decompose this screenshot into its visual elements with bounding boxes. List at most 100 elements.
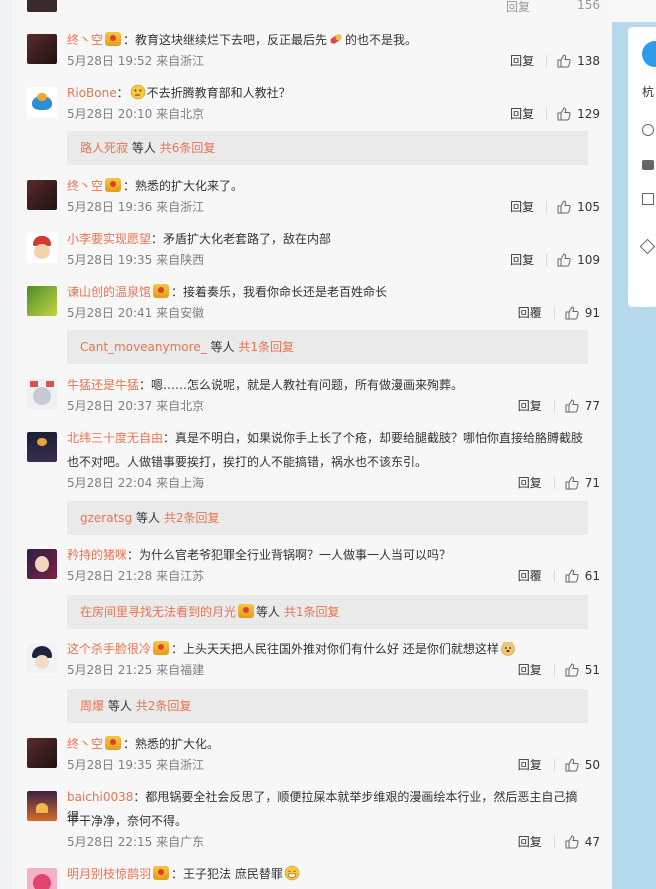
comment-actions: 回复 129 — [510, 105, 600, 122]
subreply-count-link[interactable]: 共2条回复 — [164, 511, 220, 525]
briefcase-icon — [642, 160, 654, 170]
thumbs-up-icon[interactable] — [565, 757, 579, 772]
avatar[interactable] — [27, 791, 57, 821]
avatar[interactable] — [27, 432, 57, 462]
avatar[interactable] — [27, 0, 57, 12]
vip-badge-icon — [153, 284, 170, 298]
reply-button[interactable]: 回覆 — [518, 567, 542, 584]
reply-button[interactable]: 回复 — [518, 833, 542, 850]
reply-button[interactable]: 回复 — [506, 0, 530, 15]
thumbs-up-icon[interactable] — [565, 475, 579, 490]
avatar[interactable] — [27, 868, 57, 889]
username-link[interactable]: 北纬三十度无自由 — [67, 431, 163, 445]
comment-meta: 5月28日 19:35 来自浙江 — [67, 758, 205, 772]
reply-button[interactable]: 回复 — [510, 52, 534, 69]
subreply-bar[interactable]: 在房间里寻找无法看到的月光 等人 共1条回复 — [67, 595, 588, 629]
subreply-count-link[interactable]: 共6条回复 — [160, 141, 216, 155]
thumbs-up-icon[interactable] — [565, 834, 579, 849]
comment-meta: 5月28日 22:04 来自上海 — [67, 476, 205, 490]
username-link[interactable]: 终丶空 — [67, 179, 103, 193]
avatar[interactable] — [27, 549, 57, 579]
comment-actions: 回覆 91 — [518, 304, 600, 321]
comment-actions: 回复 105 — [510, 198, 600, 215]
thumbs-up-icon[interactable] — [557, 199, 571, 214]
sidebar-label: 杭 — [642, 85, 655, 99]
like-count: 109 — [577, 252, 600, 267]
top-bar-edge — [612, 0, 656, 22]
like-count: 51 — [584, 662, 600, 677]
reply-button[interactable]: 回复 — [518, 661, 542, 678]
comment-panel: 回复 156 终丶空 ：教育这块继续烂下去吧，反正最后先 的也不是我。 5月28日 … — [12, 0, 612, 889]
reply-button[interactable]: 回复 — [518, 397, 542, 414]
subreply-count-link[interactable]: 共2条回复 — [136, 699, 192, 713]
reply-button[interactable]: 回复 — [518, 474, 542, 491]
comment-text: 终丶空 ：熟悉的扩大化来了。 — [67, 178, 244, 193]
reply-button[interactable]: 回复 — [510, 251, 534, 268]
like-count: 61 — [584, 568, 600, 583]
username-link[interactable]: 谏山创的温泉馆 — [67, 285, 151, 299]
clock-icon — [642, 124, 654, 136]
thumbs-up-icon[interactable] — [565, 305, 579, 320]
subreply-count-link[interactable]: 共1条回复 — [238, 340, 294, 354]
thumbs-up-icon[interactable] — [565, 568, 579, 583]
thumbs-up-icon[interactable] — [565, 398, 579, 413]
like-count: 50 — [584, 757, 600, 772]
grin-emoji-icon — [284, 865, 300, 881]
subreply-user-link[interactable]: 路人死寂 — [80, 141, 128, 155]
avatar[interactable] — [27, 286, 57, 316]
avatar[interactable] — [27, 34, 57, 64]
like-count: 129 — [577, 106, 600, 121]
avatar[interactable] — [27, 180, 57, 210]
vip-badge-icon — [105, 178, 122, 192]
subreply-bar[interactable]: 周爆 等人 共2条回复 — [67, 689, 588, 723]
subreply-user-link[interactable]: Cant_moveanymore_ — [80, 340, 207, 354]
sidebar-avatar-icon[interactable] — [642, 41, 656, 67]
comment-meta: 5月28日 22:15 来自广东 — [67, 835, 205, 849]
thumbs-up-icon[interactable] — [557, 53, 571, 68]
reply-button[interactable]: 回复 — [510, 198, 534, 215]
comment-actions: 回复 51 — [518, 661, 600, 678]
reply-button[interactable]: 回复 — [510, 105, 534, 122]
subreply-count-link[interactable]: 共1条回复 — [284, 605, 340, 619]
comment-actions: 回复 47 — [518, 833, 600, 850]
like-count: 71 — [584, 475, 600, 490]
comment-meta: 5月28日 21:25 来自福建 — [67, 663, 205, 677]
username-link[interactable]: 这个杀手脸很冷 — [67, 642, 151, 656]
like-count: 47 — [584, 834, 600, 849]
avatar[interactable] — [27, 643, 57, 673]
vip-badge-icon — [153, 641, 170, 655]
avatar[interactable] — [27, 738, 57, 768]
avatar[interactable] — [27, 87, 57, 117]
avatar[interactable] — [27, 379, 57, 409]
comment-text: 明月别枝惊鹊羽 ：王子犯法 庶民替罪 — [67, 864, 588, 884]
tag-icon — [639, 238, 656, 255]
subreply-user-link[interactable]: 周爆 — [80, 699, 104, 713]
avatar[interactable] — [27, 233, 57, 263]
subreply-bar[interactable]: 路人死寂 等人 共6条回复 — [67, 131, 588, 165]
thumbs-up-icon[interactable] — [557, 106, 571, 121]
username-link[interactable]: 终丶空 — [67, 33, 103, 47]
username-link[interactable]: 明月别枝惊鹊羽 — [67, 867, 151, 881]
reply-button[interactable]: 回复 — [518, 756, 542, 773]
username-link[interactable]: 牛猛还是牛猛 — [67, 378, 139, 392]
username-link[interactable]: 小李要实现愿望 — [67, 232, 151, 246]
subreply-user-link[interactable]: 在房间里寻找无法看到的月光 — [80, 605, 236, 619]
like-count: 138 — [577, 53, 600, 68]
username-link[interactable]: 终丶空 — [67, 737, 103, 751]
reply-button[interactable]: 回覆 — [518, 304, 542, 321]
like-count[interactable]: 156 — [577, 0, 600, 12]
comment-meta: 5月28日 19:35 来自陕西 — [67, 253, 205, 267]
edit-icon — [642, 193, 654, 205]
comment-actions: 回复 109 — [510, 251, 600, 268]
subreply-user-link[interactable]: gzeratsg — [80, 511, 132, 525]
thumbs-up-icon[interactable] — [557, 252, 571, 267]
username-link[interactable]: 矜持的猪咪 — [67, 548, 127, 562]
comment-meta: 5月28日 20:41 来自安徽 — [67, 306, 205, 320]
comment-text: RioBone： 不去折腾教育部和人教社？ — [67, 84, 291, 100]
subreply-bar[interactable]: gzeratsg 等人 共2条回复 — [67, 501, 588, 535]
thumbs-up-icon[interactable] — [565, 662, 579, 677]
comment-text-continued: 干干净净，奈何不得。 — [67, 814, 188, 828]
username-link[interactable]: baichi0038 — [67, 790, 133, 804]
subreply-bar[interactable]: Cant_moveanymore_ 等人 共1条回复 — [67, 330, 588, 364]
username-link[interactable]: RioBone — [67, 86, 117, 100]
